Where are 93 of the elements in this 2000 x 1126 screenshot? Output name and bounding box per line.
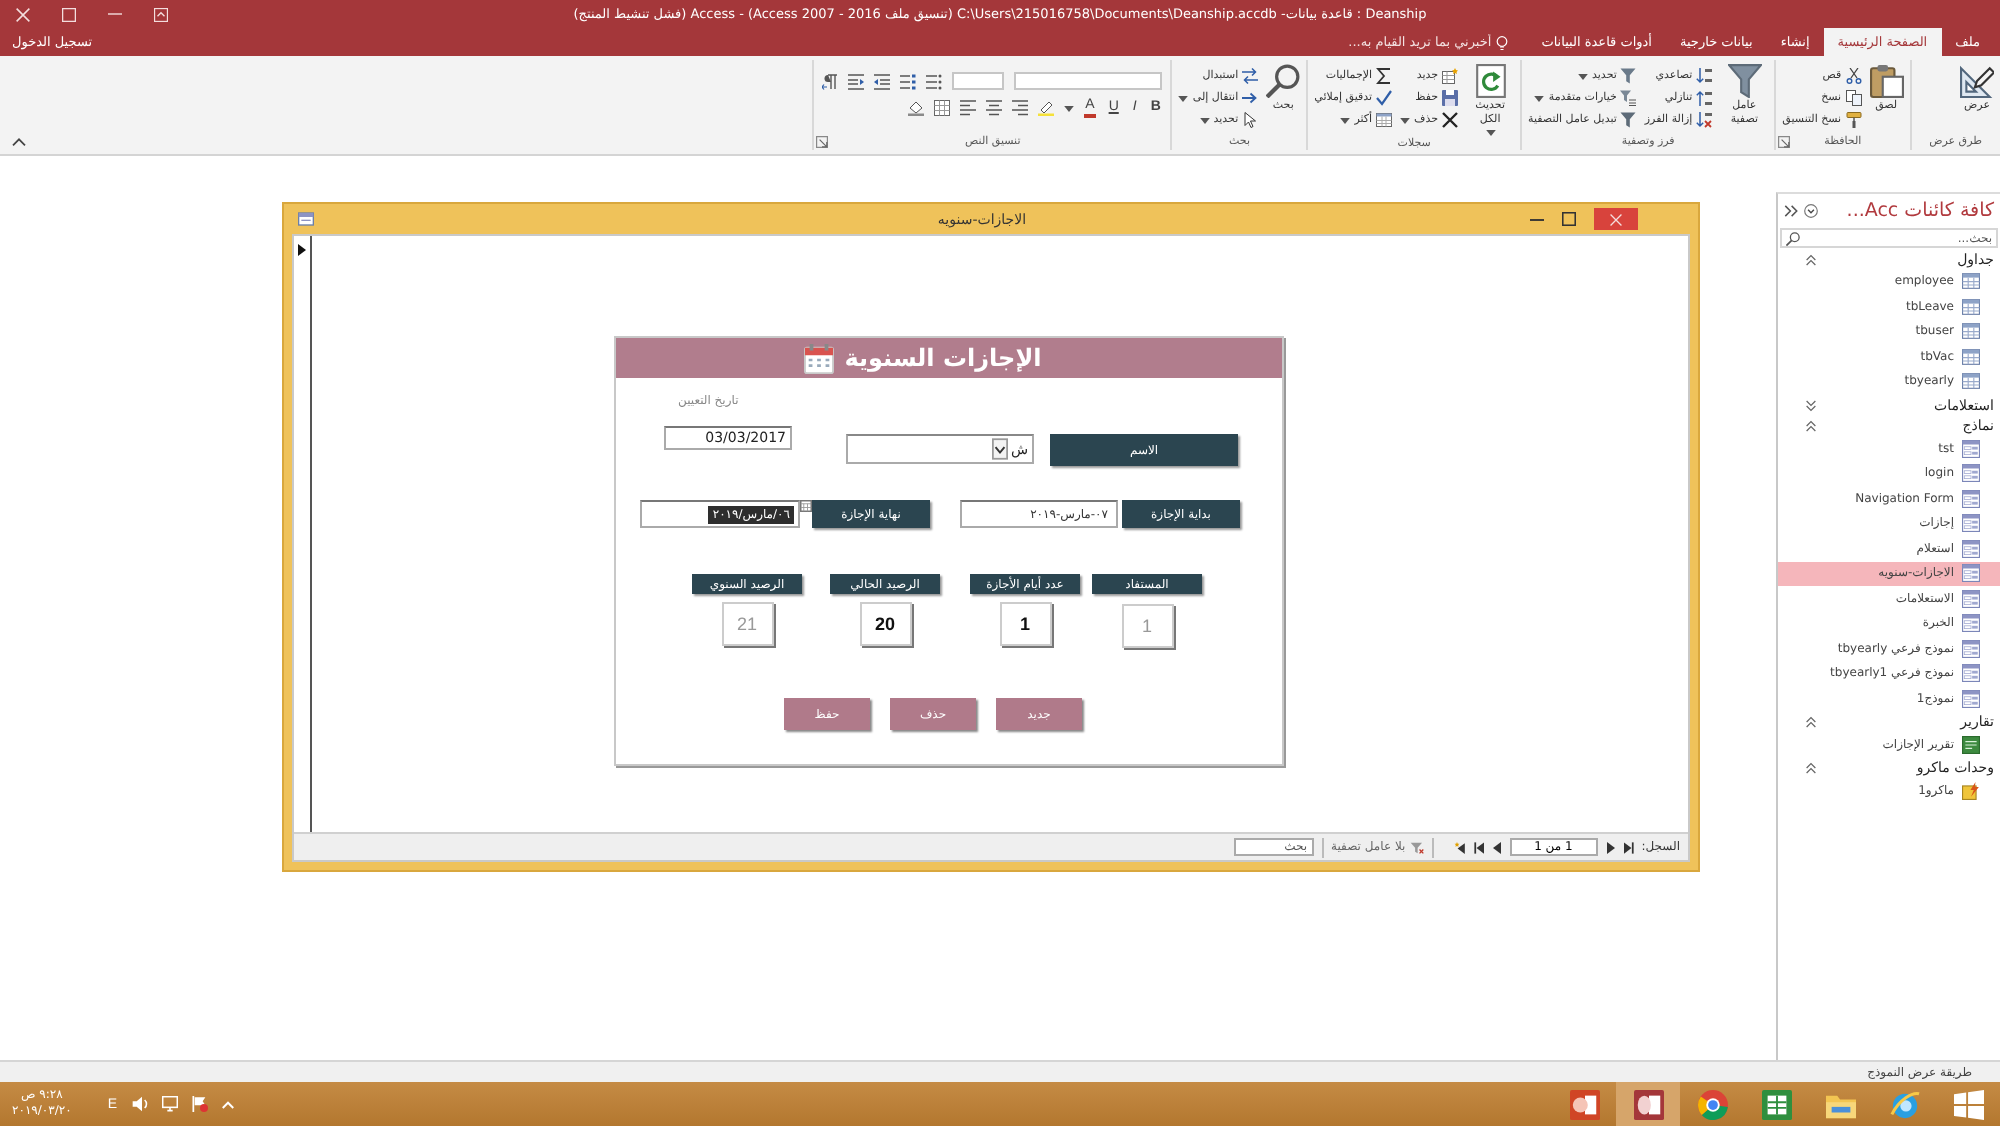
form-icon xyxy=(1962,539,1980,558)
grid-star-icon xyxy=(1442,68,1459,84)
dialog-launcher-icon[interactable] xyxy=(1778,135,1791,147)
table-icon xyxy=(1376,112,1393,128)
presentation-tile-icon xyxy=(1569,1089,1599,1119)
start-icon xyxy=(1953,1089,1983,1119)
sort-clear-icon xyxy=(1696,112,1713,128)
maximize-icon[interactable] xyxy=(1562,212,1576,226)
search-icon[interactable] xyxy=(1786,231,1800,245)
form-icon xyxy=(1962,489,1980,508)
pages-icon xyxy=(1845,90,1862,106)
minimize-icon[interactable] xyxy=(1530,217,1544,221)
taskbar-button[interactable] xyxy=(1616,1082,1680,1126)
date-picker-icon[interactable] xyxy=(800,500,812,512)
close-icon xyxy=(1610,213,1622,225)
align-center-icon[interactable] xyxy=(985,100,1002,116)
checkmark-icon xyxy=(1376,90,1393,106)
spreadsheet-icon xyxy=(1761,1089,1791,1119)
funnel-icon xyxy=(1620,68,1637,84)
indent-icon[interactable] xyxy=(848,73,865,89)
ribbon-display-icon[interactable] xyxy=(154,7,168,21)
lightning-tile-icon xyxy=(1962,781,1980,800)
table-icon xyxy=(1962,322,1980,341)
font-size-field[interactable] xyxy=(952,72,1005,90)
database-tile-icon xyxy=(1633,1089,1663,1119)
triangle-right-icon[interactable] xyxy=(1605,841,1616,853)
funnel-cross-icon xyxy=(1409,841,1424,853)
arrow-icon xyxy=(1242,90,1259,106)
form-icon xyxy=(1962,614,1980,633)
number-field[interactable]: 20 xyxy=(859,602,911,646)
triangle-right-bar-icon[interactable] xyxy=(1623,841,1634,853)
table-icon xyxy=(1962,347,1980,366)
circle-menu-icon[interactable] xyxy=(1804,204,1818,218)
table-icon xyxy=(1962,372,1980,391)
number-field[interactable]: 1 xyxy=(999,602,1051,646)
table-icon xyxy=(1962,297,1980,316)
double-chevron-icon[interactable] xyxy=(1784,204,1798,218)
form-icon xyxy=(1962,514,1980,533)
paragraph-direction-icon[interactable] xyxy=(822,73,839,89)
cross-icon xyxy=(1442,112,1459,128)
search-icon xyxy=(1266,64,1301,98)
record-selector[interactable] xyxy=(294,236,312,832)
bullet-list-icon[interactable] xyxy=(926,73,943,89)
sigma-icon xyxy=(1376,68,1393,84)
form-icon xyxy=(1962,589,1980,608)
triangle-star-icon[interactable] xyxy=(1453,841,1466,853)
close-button[interactable] xyxy=(1594,208,1638,230)
flag-icon[interactable] xyxy=(191,1096,207,1112)
cursor-icon xyxy=(1242,112,1259,128)
funnel-list-icon xyxy=(1620,90,1637,106)
funnel-icon xyxy=(1727,64,1762,98)
form-icon xyxy=(1962,689,1980,708)
calendar-icon xyxy=(804,343,835,373)
refresh-icon xyxy=(1473,64,1508,98)
form-icon xyxy=(1962,464,1980,483)
numbered-list-icon[interactable] xyxy=(900,73,917,89)
fill-bucket-icon[interactable] xyxy=(907,100,924,116)
paintbrush-icon xyxy=(1845,112,1862,128)
form-icon xyxy=(1962,439,1980,458)
triangle-left-bar-icon[interactable] xyxy=(1473,841,1484,853)
form-heading: الإجازات السنوية xyxy=(844,344,1042,372)
lightbulb-icon xyxy=(1495,35,1508,49)
nav-pane-title[interactable]: كافة كائنات Acc... xyxy=(1824,200,1994,222)
form-icon xyxy=(1962,664,1980,683)
outdent-icon[interactable] xyxy=(874,73,891,89)
globe-ring-icon xyxy=(1889,1089,1919,1119)
align-left-icon[interactable] xyxy=(959,100,976,116)
clipboard-icon xyxy=(1869,64,1904,98)
dialog-launcher-icon[interactable] xyxy=(816,135,829,147)
highlighter-icon[interactable] xyxy=(1037,100,1054,116)
sort-arrow-icon xyxy=(1696,90,1713,106)
triangle-pointer-icon xyxy=(298,244,306,256)
round-logo-icon xyxy=(1697,1089,1727,1119)
speaker-icon[interactable] xyxy=(131,1096,147,1112)
close-icon[interactable] xyxy=(16,7,30,21)
form-icon xyxy=(1962,564,1980,583)
gridlines-icon[interactable] xyxy=(933,100,950,116)
scissors-icon xyxy=(1845,68,1862,84)
triangle-left-icon[interactable] xyxy=(1491,841,1502,853)
caret-up-icon[interactable] xyxy=(221,1099,233,1109)
funnel-icon xyxy=(1620,112,1637,128)
font-name-field[interactable] xyxy=(1014,72,1163,90)
report-icon xyxy=(1962,735,1980,754)
caret-icon[interactable] xyxy=(1063,105,1074,111)
form-icon xyxy=(298,212,314,226)
ruler-pencil-icon xyxy=(1960,64,1994,98)
swap-arrows-icon xyxy=(1242,68,1259,84)
sort-arrow-icon xyxy=(1696,68,1713,84)
table-icon xyxy=(1962,272,1980,291)
monitor-icon[interactable] xyxy=(161,1096,177,1112)
form-icon xyxy=(1962,639,1980,658)
chevron-up-icon[interactable] xyxy=(12,138,26,146)
align-right-icon[interactable] xyxy=(1011,100,1028,116)
